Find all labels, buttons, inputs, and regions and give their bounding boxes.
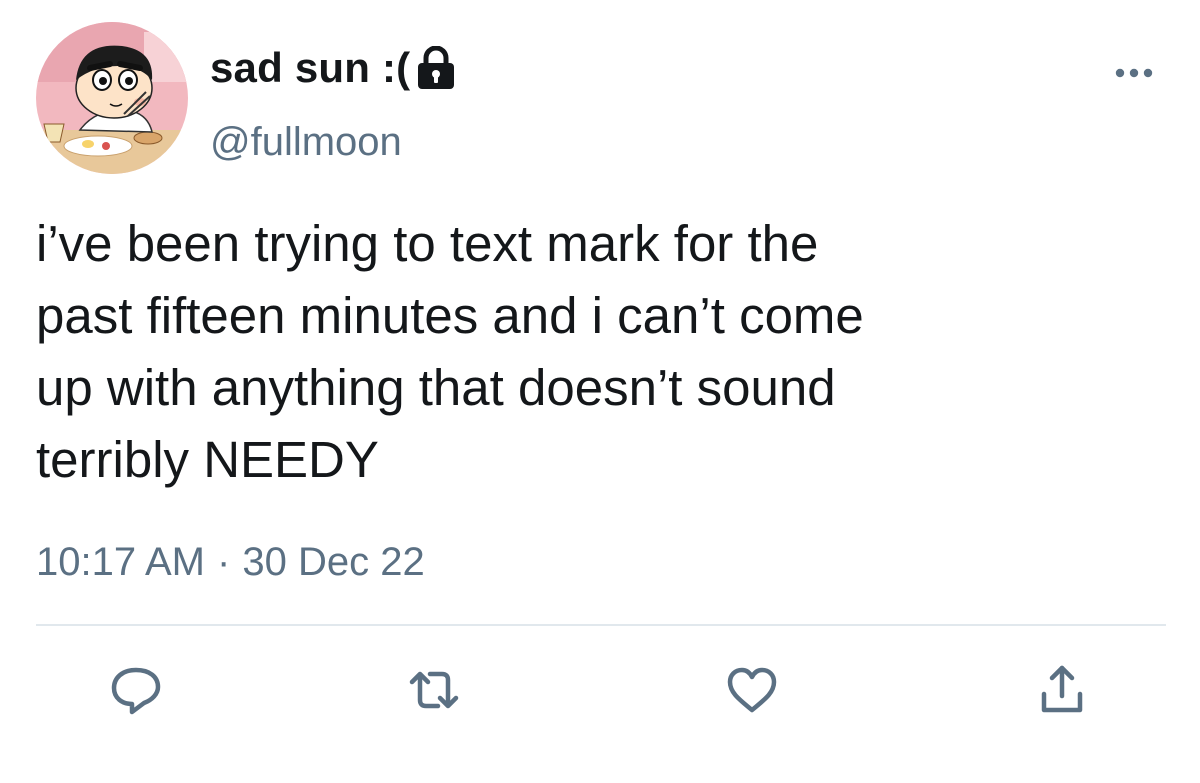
action-bar — [0, 660, 1200, 730]
user-name-row[interactable]: sad sun :( — [210, 40, 456, 96]
tweet-text: i’ve been trying to text mark for the pa… — [36, 215, 864, 488]
tweet-date: 30 Dec 22 — [242, 540, 425, 584]
avatar[interactable] — [36, 22, 188, 174]
tweet-timestamp[interactable]: 10:17 AM · 30 Dec 22 — [36, 534, 425, 590]
more-options-icon[interactable] — [1104, 58, 1164, 88]
user-handle[interactable]: @fullmoon — [210, 116, 402, 168]
retweet-icon[interactable] — [404, 660, 464, 720]
tweet-time: 10:17 AM — [36, 540, 206, 584]
cartoon-avatar-image — [36, 22, 188, 174]
tweet-card: sad sun :( @fullmoon i’ve been trying to… — [0, 0, 1200, 783]
divider — [36, 624, 1166, 626]
reply-icon[interactable] — [106, 660, 166, 720]
like-heart-icon[interactable] — [722, 660, 782, 720]
meta-separator: · — [217, 540, 231, 584]
share-icon[interactable] — [1032, 660, 1092, 720]
lock-icon — [416, 46, 456, 90]
display-name: sad sun :( — [210, 44, 411, 91]
